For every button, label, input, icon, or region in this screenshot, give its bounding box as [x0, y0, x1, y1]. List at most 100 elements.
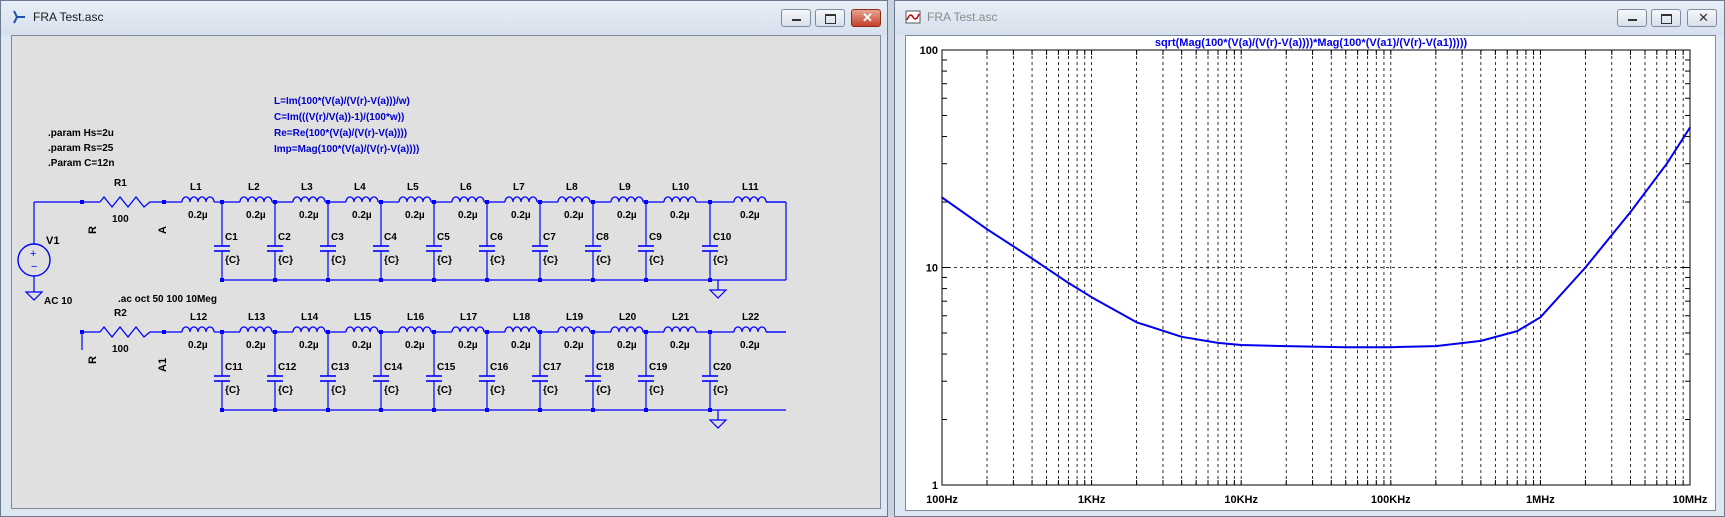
trace-point [1031, 257, 1033, 260]
capacitor-value: {C} [543, 255, 558, 266]
inductor-l5[interactable] [398, 196, 432, 203]
capacitor-value: {C} [225, 255, 240, 266]
inductor-label: L7 [513, 182, 525, 193]
x-tick-label: 100KHz [1371, 494, 1411, 506]
trace-point [1435, 345, 1437, 347]
net-a-label: A [157, 226, 169, 234]
schematic-titlebar[interactable]: FRA Test.asc ✕ [1, 1, 887, 35]
trace-line[interactable] [941, 126, 1691, 349]
param-hs: .param Hs=2u [48, 128, 114, 139]
inductor-l2[interactable] [239, 196, 273, 203]
inductor-l8[interactable] [557, 196, 591, 203]
inductor-l3[interactable] [292, 196, 326, 203]
trace-expression[interactable]: sqrt(Mag(100*(V(a)/(V(r)-V(a))))*Mag(100… [1155, 37, 1468, 49]
waveform-plot[interactable]: sqrt(Mag(100*(V(a)/(V(r)-V(a))))*Mag(100… [906, 36, 1716, 511]
schematic-drawing[interactable]: .param Hs=2u .param Rs=25 .Param C=12n L… [12, 36, 881, 509]
x-axis[interactable]: 100Hz 1KHz 10KHz 100KHz 1MHz 10MHz [926, 50, 1708, 506]
trace-point [1666, 162, 1668, 165]
inductor-l7[interactable] [504, 196, 538, 203]
inductor-l1[interactable] [181, 196, 215, 203]
r1-label: R1 [114, 178, 127, 189]
plot-titlebar[interactable]: FRA Test.asc ✕ [895, 1, 1724, 35]
inductor-label: L8 [566, 182, 578, 193]
inductor-value: 0.2µ [511, 210, 531, 221]
inductor-label: L1 [190, 182, 202, 193]
trace-point [1285, 345, 1288, 347]
r2-value: 100 [112, 344, 129, 355]
capacitor-value: {C} [713, 385, 728, 396]
inductor-l10[interactable] [663, 196, 697, 203]
inductor-l12[interactable] [181, 326, 215, 333]
capacitor-label: C11 [225, 362, 243, 373]
capacitor-label: C6 [490, 232, 503, 243]
inductor-value: 0.2µ [564, 340, 584, 351]
inductor-value: 0.2µ [511, 340, 531, 351]
minimize-icon [1628, 19, 1637, 21]
plot-window-title: FRA Test.asc [927, 10, 998, 24]
capacitor-value: {C} [331, 385, 346, 396]
waveform-icon [905, 10, 921, 24]
inductor-value: 0.2µ [246, 340, 266, 351]
inductor-value: 0.2µ [458, 210, 478, 221]
capacitor-label: C1 [225, 232, 238, 243]
inductor-l4[interactable] [345, 196, 379, 203]
inductor-label: L20 [619, 312, 637, 323]
inductor-l19[interactable] [557, 326, 591, 333]
inductor-value: 0.2µ [670, 340, 690, 351]
trace-point [1584, 266, 1587, 269]
resistor-r2[interactable] [99, 325, 164, 339]
close-button[interactable]: ✕ [851, 9, 881, 27]
trace-point [1090, 296, 1093, 299]
inductor-l15[interactable] [345, 326, 379, 333]
maximize-icon [1661, 14, 1672, 24]
ground-icon [708, 289, 728, 299]
inductor-value: 0.2µ [299, 340, 319, 351]
x-tick-label: 1MHz [1526, 494, 1555, 506]
capacitor-value: {C} [713, 255, 728, 266]
trace-layer[interactable] [941, 126, 1691, 349]
inductor-value: 0.2µ [564, 210, 584, 221]
inductor-l17[interactable] [451, 326, 485, 333]
voltage-source-v1[interactable]: + − [17, 202, 51, 301]
inductor-l18[interactable] [504, 326, 538, 333]
plot-window: FRA Test.asc ✕ sqrt(Mag(100*(V(a)/(V(r)-… [894, 0, 1725, 517]
capacitor-value: {C} [490, 385, 505, 396]
resistor-r1[interactable] [99, 195, 164, 209]
inductor-l21[interactable] [663, 326, 697, 333]
inductor-l16[interactable] [398, 326, 432, 333]
plot-close-button[interactable]: ✕ [1687, 9, 1717, 27]
maximize-button[interactable] [815, 9, 845, 27]
trace-point [1240, 344, 1242, 346]
inductor-l6[interactable] [451, 196, 485, 203]
net-r-label: R [87, 226, 99, 234]
y-axis[interactable]: 100 10 1 [920, 45, 1690, 492]
inductor-l22[interactable] [733, 326, 767, 333]
inductor-label: L17 [460, 312, 478, 323]
plot-minimize-button[interactable] [1617, 9, 1647, 27]
inductor-label: L6 [460, 182, 472, 193]
inductor-label: L5 [407, 182, 419, 193]
minimize-button[interactable] [781, 9, 811, 27]
inductor-l11[interactable] [733, 196, 767, 203]
capacitor-label: C3 [331, 232, 344, 243]
plot-maximize-button[interactable] [1651, 9, 1681, 27]
trace-point [1390, 346, 1392, 349]
capacitor-label: C10 [713, 232, 732, 243]
schematic-canvas[interactable]: .param Hs=2u .param Rs=25 .Param C=12n L… [11, 35, 881, 509]
inductor-l20[interactable] [610, 326, 644, 333]
inductor-label: L2 [248, 182, 260, 193]
inductor-l9[interactable] [610, 196, 644, 203]
capacitor-value: {C} [437, 385, 452, 396]
inductor-l13[interactable] [239, 326, 273, 333]
ladder-network[interactable]: L1 0.2µ L2 0.2µ L3 0.2µ L4 0.2µ L5 0.2µ L6 0.2µ L7 0.… [34, 182, 787, 429]
plot-grid [942, 50, 1690, 485]
formula-imp: Imp=Mag(100*(V(a)/(V(r)-V(a)))) [274, 144, 419, 155]
r2-label: R2 [114, 308, 127, 319]
plot-pane[interactable]: sqrt(Mag(100*(V(a)/(V(r)-V(a))))*Mag(100… [905, 35, 1716, 511]
inductor-label: L13 [248, 312, 266, 323]
inductor-value: 0.2µ [352, 210, 372, 221]
capacitor-value: {C} [437, 255, 452, 266]
capacitor-label: C13 [331, 362, 350, 373]
inductor-l14[interactable] [292, 326, 326, 333]
capacitor-value: {C} [490, 255, 505, 266]
